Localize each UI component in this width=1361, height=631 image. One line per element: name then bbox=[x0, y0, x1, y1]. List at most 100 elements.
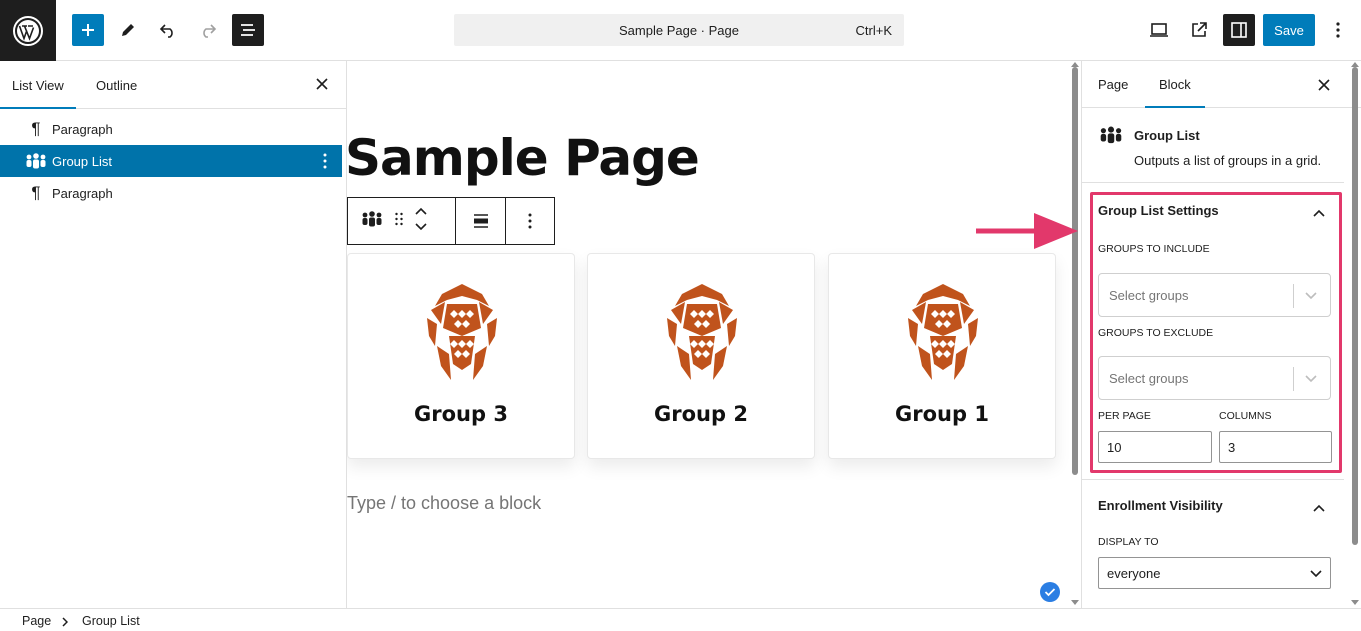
group-card[interactable]: Group 2 bbox=[587, 253, 815, 459]
block-switcher-group bbox=[348, 198, 456, 244]
group-card-title: Group 1 bbox=[895, 402, 989, 426]
group-list-settings-title[interactable]: Group List Settings bbox=[1098, 203, 1219, 218]
block-toolbar bbox=[347, 197, 555, 245]
display-to-select[interactable]: everyone bbox=[1098, 557, 1331, 589]
breadcrumb-page[interactable]: Page bbox=[22, 614, 51, 628]
editor-top-bar: Sample Page · Page Ctrl+K Save bbox=[0, 0, 1361, 61]
panel-divider bbox=[1082, 479, 1344, 480]
list-item-label: Paragraph bbox=[52, 121, 113, 137]
undo-button[interactable] bbox=[152, 14, 184, 46]
collapse-panel-button[interactable] bbox=[1313, 499, 1325, 517]
more-vertical-icon bbox=[323, 153, 327, 169]
chevron-down-icon bbox=[1310, 570, 1322, 578]
canvas-scrollbar[interactable] bbox=[1069, 61, 1081, 608]
check-icon bbox=[1044, 588, 1056, 597]
group-card-title: Group 3 bbox=[414, 402, 508, 426]
settings-sidebar-toggle[interactable] bbox=[1223, 14, 1255, 46]
lion-logo-icon bbox=[427, 284, 497, 380]
redo-button[interactable] bbox=[192, 14, 224, 46]
command-palette-bar[interactable]: Sample Page · Page Ctrl+K bbox=[454, 14, 904, 46]
paragraph-icon: ¶ bbox=[31, 119, 41, 138]
more-vertical-icon bbox=[528, 213, 532, 229]
drag-handle-icon[interactable] bbox=[394, 211, 404, 232]
close-list-view-button[interactable] bbox=[315, 76, 329, 94]
paragraph-icon: ¶ bbox=[31, 183, 41, 202]
groups-icon bbox=[1098, 125, 1124, 150]
display-to-label: DISPLAY TO bbox=[1098, 536, 1159, 548]
annotation-arrow bbox=[976, 213, 1078, 249]
options-button[interactable] bbox=[1322, 14, 1354, 46]
tab-page[interactable]: Page bbox=[1098, 77, 1128, 92]
preview-button[interactable] bbox=[1143, 14, 1175, 46]
group-card[interactable]: Group 1 bbox=[828, 253, 1056, 459]
canvas-scroll-thumb[interactable] bbox=[1072, 67, 1078, 475]
list-item-paragraph-2[interactable]: ¶ Paragraph bbox=[0, 177, 342, 209]
breadcrumb: Page Group List bbox=[0, 608, 1361, 631]
tools-button[interactable] bbox=[112, 14, 144, 46]
list-view-tabs: List View Outline bbox=[0, 61, 346, 109]
wordpress-logo-button[interactable] bbox=[0, 0, 56, 61]
more-vertical-icon bbox=[1336, 22, 1340, 38]
document-overview-button[interactable] bbox=[232, 14, 264, 46]
block-appender-placeholder[interactable]: Type / to choose a block bbox=[347, 493, 541, 514]
keyboard-shortcut: Ctrl+K bbox=[855, 23, 892, 38]
list-view-panel: List View Outline ¶ Paragraph Group List… bbox=[0, 61, 347, 608]
editor-canvas[interactable]: Sample Page Group 3 Group 2 Group 1 Type… bbox=[347, 61, 1081, 608]
collapse-panel-button[interactable] bbox=[1313, 204, 1325, 222]
sidebar-scroll-thumb[interactable] bbox=[1352, 67, 1358, 545]
undo-icon bbox=[159, 24, 173, 38]
per-page-input[interactable]: 10 bbox=[1098, 431, 1212, 463]
chevron-down-icon bbox=[1305, 375, 1317, 383]
chevron-right-icon bbox=[62, 617, 68, 627]
align-button[interactable] bbox=[456, 198, 506, 244]
groups-to-include-select[interactable]: Select groups bbox=[1098, 273, 1331, 317]
list-item-paragraph-1[interactable]: ¶ Paragraph bbox=[0, 113, 342, 145]
list-item-label: Paragraph bbox=[52, 185, 113, 201]
columns-label: COLUMNS bbox=[1219, 410, 1272, 422]
tab-list-view[interactable]: List View bbox=[0, 78, 76, 109]
more-options-button[interactable] bbox=[506, 198, 554, 244]
groups-to-include-label: GROUPS TO INCLUDE bbox=[1098, 243, 1210, 255]
tab-block[interactable]: Block bbox=[1145, 77, 1205, 108]
group-card[interactable]: Group 3 bbox=[347, 253, 575, 459]
groups-icon[interactable] bbox=[360, 210, 384, 233]
list-item-label: Group List bbox=[52, 153, 112, 169]
columns-input[interactable]: 3 bbox=[1219, 431, 1332, 463]
group-card-title: Group 2 bbox=[654, 402, 748, 426]
plus-icon bbox=[82, 24, 94, 36]
close-icon bbox=[1318, 79, 1330, 91]
groups-to-exclude-select[interactable]: Select groups bbox=[1098, 356, 1331, 400]
add-block-button[interactable] bbox=[72, 14, 104, 46]
enrollment-visibility-title[interactable]: Enrollment Visibility bbox=[1098, 498, 1223, 513]
wordpress-icon bbox=[13, 15, 43, 46]
close-icon bbox=[316, 78, 328, 90]
select-separator bbox=[1293, 284, 1294, 308]
groups-to-exclude-label: GROUPS TO EXCLUDE bbox=[1098, 327, 1214, 339]
page-title[interactable]: Sample Page bbox=[347, 129, 700, 187]
breadcrumb-group-list[interactable]: Group List bbox=[82, 614, 140, 628]
block-options-button[interactable] bbox=[322, 152, 328, 173]
chevron-down-icon bbox=[1305, 292, 1317, 300]
check-badge[interactable] bbox=[1040, 582, 1060, 602]
sidebar-scrollbar[interactable] bbox=[1349, 61, 1361, 608]
document-title: Sample Page · Page bbox=[619, 23, 739, 38]
move-up-down-icon[interactable] bbox=[414, 206, 428, 237]
block-description: Outputs a list of groups in a grid. bbox=[1134, 153, 1322, 168]
list-view-icon bbox=[241, 24, 255, 36]
align-wide-icon bbox=[473, 214, 488, 228]
scroll-down-icon bbox=[1351, 600, 1359, 605]
select-placeholder: Select groups bbox=[1109, 371, 1189, 386]
tab-outline[interactable]: Outline bbox=[96, 78, 137, 93]
groups-icon bbox=[24, 152, 48, 170]
per-page-label: PER PAGE bbox=[1098, 410, 1151, 422]
sidebar-icon bbox=[1231, 22, 1247, 38]
block-card: Group List Outputs a list of groups in a… bbox=[1082, 109, 1344, 183]
pencil-icon bbox=[122, 24, 134, 36]
external-link-icon bbox=[1192, 22, 1207, 37]
list-item-group-list[interactable]: Group List bbox=[0, 145, 342, 177]
select-placeholder: Select groups bbox=[1109, 288, 1189, 303]
close-sidebar-button[interactable] bbox=[1317, 77, 1331, 95]
save-button[interactable]: Save bbox=[1263, 14, 1315, 46]
view-page-button[interactable] bbox=[1183, 14, 1215, 46]
settings-sidebar: Page Block Group List Outputs a list of … bbox=[1081, 61, 1361, 608]
